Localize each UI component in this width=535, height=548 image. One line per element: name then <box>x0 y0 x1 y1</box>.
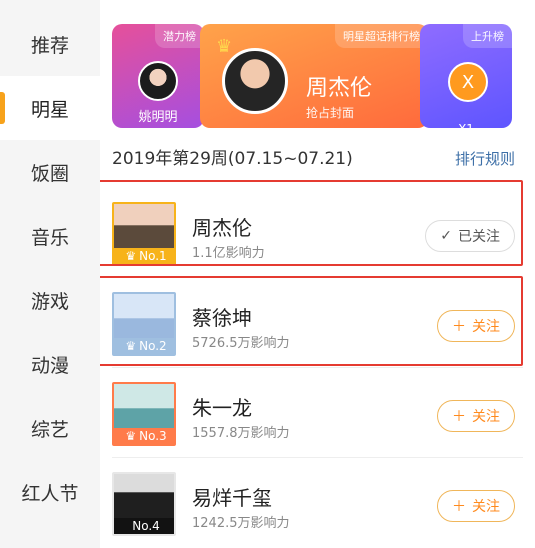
follow-label: 关注 <box>472 499 500 515</box>
sidebar-item-red-festival[interactable]: 红人节 <box>0 460 100 524</box>
star-name: 易烊千玺 <box>192 486 272 510</box>
crown-icon: ♛ <box>125 429 137 443</box>
follow-button[interactable]: ＋ 关注 <box>437 310 515 342</box>
follow-button[interactable]: ＋ 关注 <box>437 400 515 432</box>
rules-link[interactable]: 排行规则 <box>455 148 515 169</box>
main-content: 潜力榜 姚明明 明星超话排行榜 ♛ 周杰伦 抢占封面 上升榜 X X1 2019… <box>100 0 535 548</box>
week-label: 2019年第29周(07.15~07.21) <box>112 149 353 169</box>
sidebar-item-music[interactable]: 音乐 <box>0 204 100 268</box>
influence-value: 1.1亿影响力 <box>192 246 265 261</box>
card-subtitle: 抢占封面 <box>306 106 355 120</box>
ranking-row[interactable]: ♛ No.2 蔡徐坤 5726.5万影响力 ＋ 关注 <box>100 276 535 368</box>
rank-badge: ♛ No.2 <box>114 338 174 354</box>
avatar: ♛ No.1 <box>112 202 176 266</box>
rank-label: No.2 <box>139 339 167 353</box>
sidebar-item-label: 红人节 <box>21 482 79 505</box>
card-tag: 上升榜 <box>463 24 512 48</box>
crown-icon: ♛ <box>216 36 233 57</box>
sidebar-item-fan-circle[interactable]: 饭圈 <box>0 140 100 204</box>
check-icon: ✓ <box>440 228 452 244</box>
rank-badge: ♛ No.3 <box>114 428 174 444</box>
plus-icon: ＋ <box>452 499 466 515</box>
x-badge-text: X <box>461 71 475 93</box>
sidebar-item-label: 音乐 <box>30 226 69 249</box>
influence-value: 1557.8万影响力 <box>192 426 290 441</box>
star-name: 朱一龙 <box>192 396 252 420</box>
card-label: X1 <box>458 122 474 136</box>
avatar <box>222 48 288 114</box>
ranking-row[interactable]: No.4 易烊千玺 1242.5万影响力 ＋ 关注 <box>100 456 535 548</box>
rank-label: No.1 <box>139 249 167 263</box>
card-tag: 明星超话排行榜 <box>335 24 428 48</box>
sidebar-item-label: 综艺 <box>30 418 69 441</box>
ranking-row[interactable]: ♛ No.3 朱一龙 1557.8万影响力 ＋ 关注 <box>100 366 535 458</box>
potential-list-card[interactable]: 潜力榜 姚明明 <box>112 24 204 128</box>
avatar: No.4 <box>112 472 176 536</box>
follow-label: 关注 <box>472 319 500 335</box>
plus-icon: ＋ <box>452 319 466 335</box>
x-badge-icon: X <box>448 62 488 102</box>
rank-badge: No.4 <box>114 518 174 534</box>
followed-button[interactable]: ✓ 已关注 <box>425 220 515 252</box>
follow-label: 已关注 <box>458 229 500 245</box>
star-name: 周杰伦 <box>192 216 252 240</box>
influence-value: 1242.5万影响力 <box>192 516 290 531</box>
card-tag: 潜力榜 <box>155 24 204 48</box>
sidebar-item-stars[interactable]: 明星 <box>0 76 100 140</box>
rank-label: No.3 <box>139 429 167 443</box>
sidebar: 推荐 明星 饭圈 音乐 游戏 动漫 综艺 红人节 <box>0 0 100 548</box>
star-name: 蔡徐坤 <box>192 306 252 330</box>
plus-icon: ＋ <box>452 409 466 425</box>
crown-icon: ♛ <box>125 339 137 353</box>
sidebar-item-recommend[interactable]: 推荐 <box>0 12 100 76</box>
sidebar-item-label: 动漫 <box>30 354 69 377</box>
sidebar-item-label: 明星 <box>30 98 69 121</box>
sidebar-item-label: 推荐 <box>30 34 69 57</box>
sidebar-item-variety[interactable]: 综艺 <box>0 396 100 460</box>
avatar <box>138 61 178 101</box>
sidebar-item-label: 游戏 <box>30 290 69 313</box>
avatar: ♛ No.2 <box>112 292 176 356</box>
sidebar-item-anime[interactable]: 动漫 <box>0 332 100 396</box>
crown-icon: ♛ <box>125 249 137 263</box>
ranking-row[interactable]: ♛ No.1 周杰伦 1.1亿影响力 ✓ 已关注 <box>100 186 535 278</box>
influence-value: 5726.5万影响力 <box>192 336 290 351</box>
sidebar-item-games[interactable]: 游戏 <box>0 268 100 332</box>
sidebar-item-label: 饭圈 <box>30 162 69 185</box>
rank-label: No.4 <box>132 519 160 533</box>
card-name: 周杰伦 <box>306 76 373 101</box>
rank-badge: ♛ No.1 <box>114 248 174 264</box>
avatar: ♛ No.3 <box>112 382 176 446</box>
card-name: 姚明明 <box>138 110 178 125</box>
follow-label: 关注 <box>472 409 500 425</box>
ranking-banner: 潜力榜 姚明明 明星超话排行榜 ♛ 周杰伦 抢占封面 上升榜 X X1 <box>100 12 535 136</box>
follow-button[interactable]: ＋ 关注 <box>437 490 515 522</box>
